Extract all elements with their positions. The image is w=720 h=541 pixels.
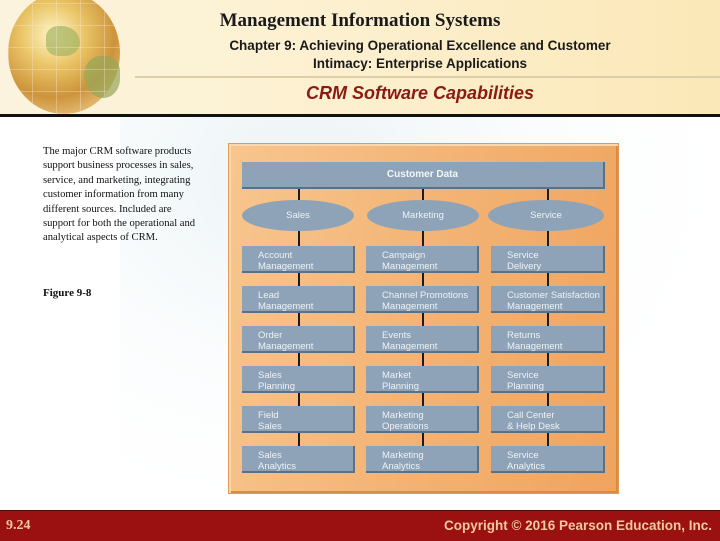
header-divider [135, 76, 720, 78]
capability-label-line: Management [382, 301, 438, 312]
connector-line [422, 313, 424, 326]
slide-header: Management Information Systems Chapter 9… [0, 0, 720, 117]
process-area-marketing: Marketing [367, 200, 479, 231]
connector-line [298, 393, 300, 406]
chapter-subtitle-line2: Intimacy: Enterprise Applications [312, 56, 528, 71]
copyright-text: Copyright © 2016 Pearson Education, Inc. [443, 518, 712, 533]
connector-line [547, 189, 549, 200]
capability-label-line: Management [507, 341, 563, 352]
capability-label-line: Service [507, 370, 539, 381]
connector-line [298, 313, 300, 326]
capability-box: Marketing Operations [366, 406, 479, 433]
capability-box: Returns Management [491, 326, 605, 353]
connector-line [547, 231, 549, 246]
capability-label-line: Service [507, 450, 539, 461]
chapter-subtitle-line1: Chapter 9: Achieving Operational Excelle… [229, 38, 611, 53]
connector-line [422, 353, 424, 366]
slide-number: 9.24 [6, 518, 31, 533]
capability-box: Call Center & Help Desk [491, 406, 605, 433]
capability-label-line: Management [258, 341, 314, 352]
capability-label-line: Service [507, 250, 539, 261]
connector-line [298, 433, 300, 446]
capability-label-line: & Help Desk [507, 421, 560, 432]
capability-label-line: Management [382, 261, 438, 272]
capability-label-line: Planning [258, 381, 295, 392]
chapter-subtitle: Chapter 9: Achieving Operational Excelle… [150, 37, 690, 73]
capability-label-line: Field [258, 410, 279, 421]
capability-label-line: Marketing [382, 410, 424, 421]
connector-line [298, 273, 300, 286]
capability-box: Service Delivery [491, 246, 605, 273]
capability-label-line: Operations [382, 421, 429, 432]
capability-label-line: Management [258, 261, 314, 272]
capability-box: Campaign Management [366, 246, 479, 273]
capability-box: Market Planning [366, 366, 479, 393]
connector-line [422, 393, 424, 406]
capability-label-line: Market [382, 370, 412, 381]
capability-box: Account Management [242, 246, 355, 273]
capability-label-line: Planning [507, 381, 544, 392]
capability-label-line: Analytics [507, 461, 546, 472]
capability-label-line: Sales [258, 421, 282, 432]
book-title: Management Information Systems [219, 10, 501, 31]
capability-label-line: Account [258, 250, 293, 261]
connector-line [547, 393, 549, 406]
capability-label-line: Analytics [382, 461, 421, 472]
connector-line [547, 433, 549, 446]
capability-label-line: Sales [258, 370, 282, 381]
capability-label-line: Management [258, 301, 314, 312]
capability-box: Sales Planning [242, 366, 355, 393]
capability-box: Service Analytics [491, 446, 605, 473]
slide-title: CRM Software Capabilities [305, 83, 535, 103]
capability-label-line: Analytics [258, 461, 297, 472]
capability-label-line: Order [258, 330, 283, 341]
capability-label-line: Sales [258, 450, 282, 461]
capability-box: Service Planning [491, 366, 605, 393]
capability-label-line: Customer Satisfaction [507, 290, 600, 301]
connector-line [422, 273, 424, 286]
capability-label-line: Planning [382, 381, 419, 392]
connector-line [422, 433, 424, 446]
connector-line [422, 189, 424, 200]
slide-footer: 9.24 Copyright © 2016 Pearson Education,… [0, 510, 720, 541]
capability-label-line: Campaign [382, 250, 426, 261]
connector-line [547, 273, 549, 286]
capability-label-line: Channel Promotions [382, 290, 469, 301]
figure-label: Figure 9-8 [43, 287, 92, 299]
capability-label-line: Management [507, 301, 563, 312]
capability-box: Sales Analytics [242, 446, 355, 473]
capability-box: Events Management [366, 326, 479, 353]
process-area-service: Service [488, 200, 604, 231]
capability-box: Field Sales [242, 406, 355, 433]
capability-box: Marketing Analytics [366, 446, 479, 473]
connector-line [298, 189, 300, 200]
capability-box: Order Management [242, 326, 355, 353]
capability-box: Customer Satisfaction Management [491, 286, 605, 313]
capability-label-line: Marketing [382, 450, 424, 461]
crm-diagram: Customer Data Sales Account Management Lead… [228, 143, 619, 494]
capability-label-line: Events [382, 330, 412, 341]
connector-line [298, 353, 300, 366]
capability-label-line: Management [382, 341, 438, 352]
connector-line [422, 231, 424, 246]
capability-box: Channel Promotions Management [366, 286, 479, 313]
connector-line [298, 231, 300, 246]
connector-line [547, 313, 549, 326]
capability-label-line: Delivery [507, 261, 542, 272]
capability-label-line: Returns [507, 330, 541, 341]
connector-line [547, 353, 549, 366]
customer-data-node: Customer Data [242, 162, 605, 189]
capability-label-line: Call Center [507, 410, 555, 421]
capability-box: Lead Management [242, 286, 355, 313]
process-area-sales: Sales [242, 200, 354, 231]
capability-label-line: Lead [258, 290, 280, 301]
description-text: The major CRM software products support … [43, 146, 196, 244]
